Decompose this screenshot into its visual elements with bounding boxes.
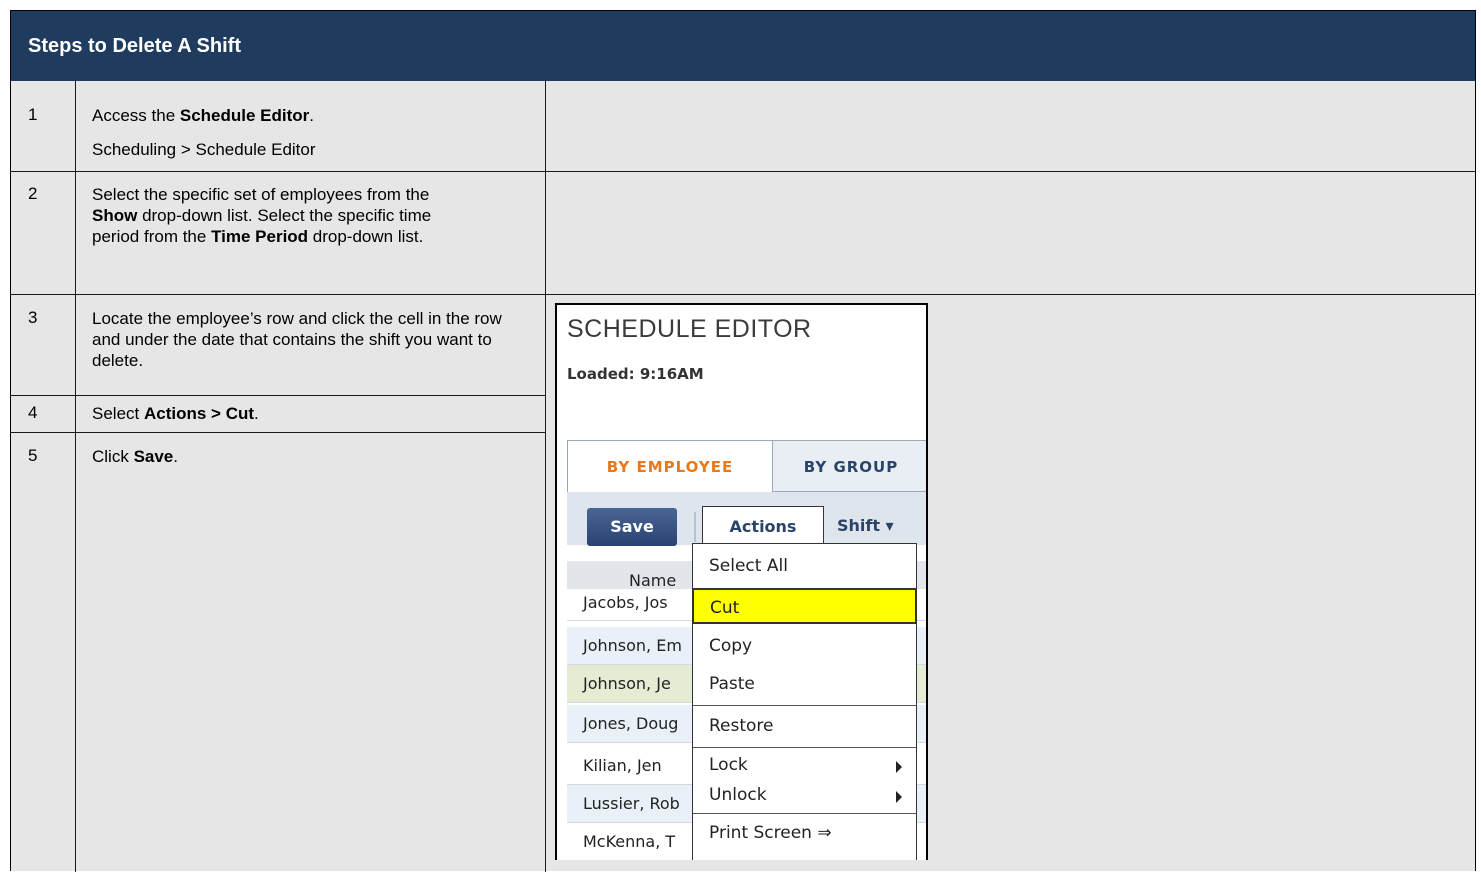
row-divider <box>11 395 545 396</box>
tab-by-group[interactable]: BY GROUP <box>773 440 926 492</box>
menu-divider <box>693 705 916 706</box>
step-number: 4 <box>28 403 38 422</box>
menu-item-unlock[interactable]: Unlock <box>693 777 916 813</box>
step-text: Select the specific set of employees fro… <box>92 185 432 246</box>
schedule-editor-screenshot: SCHEDULE EDITOR Loaded: 9:16AM BY EMPLOY… <box>555 303 928 860</box>
step-text: Access the Schedule Editor. <box>92 106 315 125</box>
menu-divider <box>693 813 916 814</box>
menu-item-lock-label: Lock <box>709 755 748 775</box>
column-name-header: Name <box>629 571 677 590</box>
submenu-arrow-icon <box>896 761 902 773</box>
tab-by-employee[interactable]: BY EMPLOYEE <box>567 440 773 492</box>
step-text: Click Save. <box>92 447 178 466</box>
step-text: Select Actions > Cut. <box>92 404 259 423</box>
step-number: 3 <box>28 308 38 327</box>
menu-item-unlock-label: Unlock <box>709 785 767 805</box>
menu-item-cut[interactable]: Cut <box>692 588 917 624</box>
shift-menu-button[interactable]: Shift ▾ <box>837 506 894 546</box>
step-number: 1 <box>28 105 38 124</box>
schedule-editor-title: SCHEDULE EDITOR <box>567 315 812 343</box>
table-header: Steps to Delete A Shift <box>11 11 1475 81</box>
menu-item-print-screen[interactable]: Print Screen ⇒ <box>693 815 916 851</box>
actions-menu-button[interactable]: Actions <box>702 506 824 546</box>
loaded-time: Loaded: 9:16AM <box>567 365 704 383</box>
step-text: Locate the employee’s row and click the … <box>92 309 502 370</box>
column-divider <box>75 81 76 872</box>
toolbar: Save Actions Shift ▾ <box>567 492 926 546</box>
view-tabs: BY EMPLOYEE BY GROUP <box>567 440 926 492</box>
toolbar-separator <box>694 512 696 542</box>
step-number: 5 <box>28 446 38 465</box>
menu-item-copy[interactable]: Copy <box>693 628 916 664</box>
column-divider <box>545 81 546 872</box>
save-button[interactable]: Save <box>587 508 677 546</box>
step-path: Scheduling > Schedule Editor <box>92 140 316 159</box>
menu-item-paste[interactable]: Paste <box>693 666 916 702</box>
row-divider <box>11 171 1476 172</box>
row-divider <box>11 294 1476 295</box>
row-divider <box>11 432 545 433</box>
step-number: 2 <box>28 184 38 203</box>
menu-item-restore[interactable]: Restore <box>693 708 916 744</box>
submenu-arrow-icon <box>896 791 902 803</box>
actions-dropdown-menu: Select All Cut Copy Paste Restore Lock U… <box>692 543 917 860</box>
menu-item-select-all[interactable]: Select All <box>693 548 916 584</box>
